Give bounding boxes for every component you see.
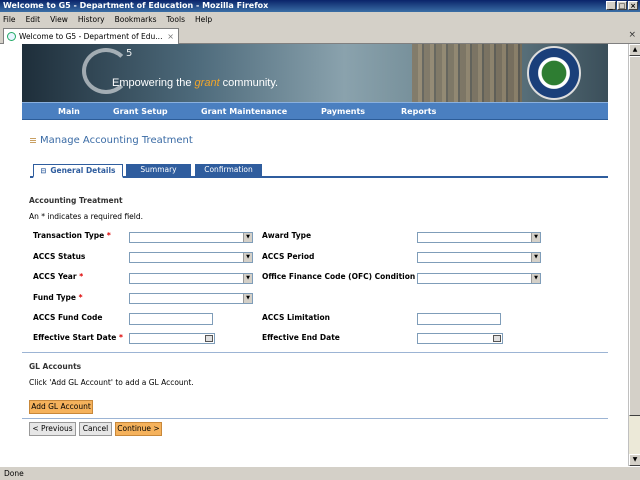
required-note: An * indicates a required field.: [29, 212, 144, 221]
step-tabs: ⊟ General Details Summary Confirmation: [30, 164, 608, 178]
calendar-icon[interactable]: [205, 335, 213, 342]
accs-limitation-label: ACCS Limitation: [262, 313, 330, 322]
effective-start-date-label: Effective Start Date *: [33, 333, 123, 342]
menu-bookmarks[interactable]: Bookmarks: [115, 15, 157, 24]
tab-general-details[interactable]: ⊟ General Details: [33, 164, 123, 178]
chevron-down-icon: ▼: [531, 233, 540, 242]
nav-main[interactable]: Main: [58, 103, 80, 121]
site-favicon-icon: [7, 32, 16, 41]
section-heading: Accounting Treatment: [29, 196, 123, 205]
status-bar: Done: [0, 466, 640, 480]
gl-accounts-heading: GL Accounts: [29, 362, 82, 371]
award-type-label: Award Type: [262, 231, 312, 240]
window-title: Welcome to G5 - Department of Education …: [3, 1, 269, 10]
chevron-down-icon: ▼: [243, 274, 252, 283]
effective-end-date-label: Effective End Date: [262, 333, 340, 342]
accs-status-select[interactable]: ▼: [129, 252, 253, 263]
fund-type-label: Fund Type *: [33, 293, 83, 302]
maximize-button[interactable]: □: [617, 1, 627, 10]
status-text: Done: [4, 469, 24, 478]
browser-tab-bar: Welcome to G5 - Department of Edu... × ×: [0, 26, 640, 44]
scroll-thumb[interactable]: [629, 56, 640, 416]
vertical-scrollbar[interactable]: ▲ ▼: [628, 44, 640, 466]
accs-status-label: ACCS Status: [33, 252, 86, 261]
accs-fund-code-label: ACCS Fund Code: [33, 313, 103, 322]
ofc-condition-label: Office Finance Code (OFC) Condition: [262, 272, 416, 281]
chevron-down-icon: ▼: [531, 274, 540, 283]
browser-tab[interactable]: Welcome to G5 - Department of Edu... ×: [3, 28, 179, 44]
chevron-down-icon: ▼: [243, 233, 252, 242]
effective-start-date-input[interactable]: [129, 333, 215, 344]
menu-history[interactable]: History: [78, 15, 105, 24]
fund-type-select[interactable]: ▼: [129, 293, 253, 304]
continue-button[interactable]: Continue >: [115, 422, 162, 436]
menu-view[interactable]: View: [50, 15, 68, 24]
calendar-icon[interactable]: [493, 335, 501, 342]
tab-confirmation[interactable]: Confirmation: [195, 164, 262, 176]
page-title-icon: [30, 137, 36, 144]
page-title: Manage Accounting Treatment: [30, 135, 193, 146]
g5-banner: 5 Empowering the grant community.: [22, 44, 608, 102]
minimize-button[interactable]: _: [606, 1, 616, 10]
menu-bar: File Edit View History Bookmarks Tools H…: [0, 12, 640, 26]
footer-divider: [22, 418, 608, 419]
chevron-down-icon: ▼: [243, 253, 252, 262]
menu-help[interactable]: Help: [195, 15, 212, 24]
ofc-condition-select[interactable]: ▼: [417, 273, 541, 284]
page-content: 5 Empowering the grant community. Main G…: [22, 44, 608, 466]
browser-tab-title: Welcome to G5 - Department of Edu...: [19, 32, 163, 41]
tab-summary[interactable]: Summary: [126, 164, 191, 176]
accs-year-label: ACCS Year *: [33, 272, 84, 281]
scroll-down-icon[interactable]: ▼: [629, 454, 640, 466]
previous-button[interactable]: < Previous: [29, 422, 76, 436]
main-nav: Main Grant Setup Grant Maintenance Payme…: [22, 102, 608, 120]
accs-period-label: ACCS Period: [262, 252, 315, 261]
nav-payments[interactable]: Payments: [321, 103, 365, 121]
department-seal-icon: [527, 46, 581, 100]
browser-viewport: 5 Empowering the grant community. Main G…: [0, 44, 628, 466]
close-window-button[interactable]: ×: [628, 1, 638, 10]
cancel-button[interactable]: Cancel: [79, 422, 112, 436]
nav-grant-setup[interactable]: Grant Setup: [113, 103, 168, 121]
gl-accounts-note: Click 'Add GL Account' to add a GL Accou…: [29, 378, 194, 387]
effective-end-date-input[interactable]: [417, 333, 503, 344]
chevron-down-icon: ▼: [531, 253, 540, 262]
accs-year-select[interactable]: ▼: [129, 273, 253, 284]
tab-close-icon[interactable]: ×: [167, 32, 174, 41]
window-titlebar: Welcome to G5 - Department of Education …: [0, 0, 640, 12]
menu-edit[interactable]: Edit: [26, 15, 41, 24]
menu-tools[interactable]: Tools: [167, 15, 185, 24]
section-divider: [22, 352, 608, 353]
nav-reports[interactable]: Reports: [401, 103, 436, 121]
bookshelf-image: [412, 44, 522, 102]
banner-tagline: Empowering the grant community.: [112, 77, 279, 89]
transaction-type-select[interactable]: ▼: [129, 232, 253, 243]
add-gl-account-button[interactable]: Add GL Account: [29, 400, 93, 414]
g5-superscript: 5: [126, 48, 133, 59]
transaction-type-label: Transaction Type *: [33, 231, 111, 240]
scroll-up-icon[interactable]: ▲: [629, 44, 640, 56]
accs-fund-code-input[interactable]: [129, 313, 213, 325]
chevron-down-icon: ▼: [243, 294, 252, 303]
accs-limitation-input[interactable]: [417, 313, 501, 325]
menu-file[interactable]: File: [3, 15, 16, 24]
award-type-select[interactable]: ▼: [417, 232, 541, 243]
close-tab-bar-icon[interactable]: ×: [628, 30, 636, 40]
nav-grant-maintenance[interactable]: Grant Maintenance: [201, 103, 287, 121]
accs-period-select[interactable]: ▼: [417, 252, 541, 263]
